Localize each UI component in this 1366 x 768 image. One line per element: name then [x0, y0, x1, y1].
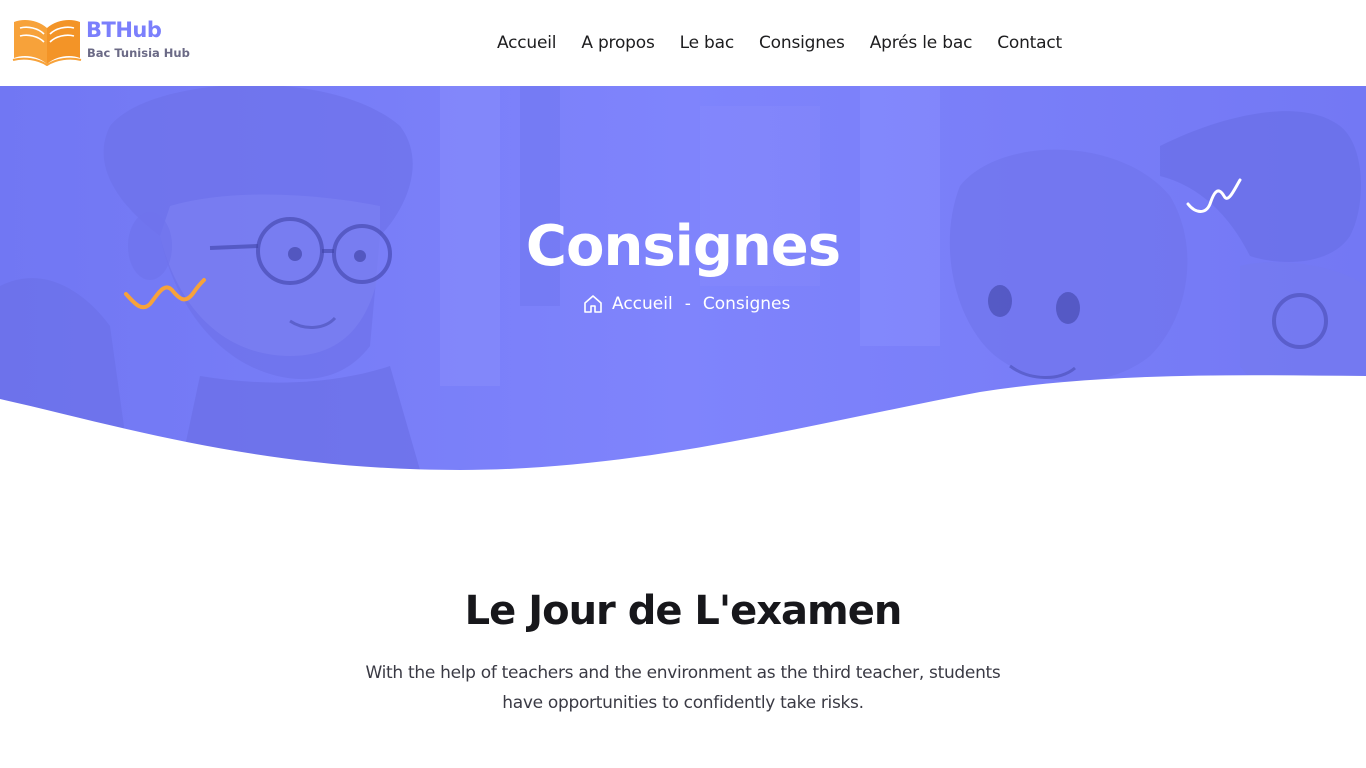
nav-item-accueil[interactable]: Accueil	[497, 33, 557, 57]
nav-item-contact[interactable]: Contact	[997, 33, 1062, 57]
brand-name: BTHub	[86, 18, 162, 42]
breadcrumb: Accueil - Consignes	[583, 292, 790, 316]
open-book-icon	[12, 20, 82, 66]
main-nav: Accueil A propos Le bac Consignes Aprés …	[497, 33, 1087, 57]
nav-item-apres-le-bac[interactable]: Aprés le bac	[870, 33, 973, 57]
brand-logo[interactable]: BTHub Bac Tunisia Hub	[12, 18, 192, 68]
section-title: Le Jour de L'examen	[464, 588, 903, 634]
page-title: Consignes	[525, 214, 841, 279]
brand-tagline: Bac Tunisia Hub	[87, 46, 190, 60]
section-description: With the help of teachers and the enviro…	[365, 663, 1001, 713]
nav-item-le-bac[interactable]: Le bac	[680, 33, 735, 57]
breadcrumb-current: Consignes	[702, 294, 791, 314]
nav-item-consignes[interactable]: Consignes	[759, 33, 845, 57]
site-header: BTHub Bac Tunisia Hub Accueil A propos L…	[0, 0, 1366, 86]
breadcrumb-separator: -	[684, 294, 691, 314]
home-icon[interactable]	[583, 294, 603, 314]
page-banner: Consignes Accueil - Consignes	[0, 86, 1366, 470]
breadcrumb-home-link[interactable]: Accueil	[612, 294, 673, 314]
nav-item-a-propos[interactable]: A propos	[581, 33, 654, 57]
